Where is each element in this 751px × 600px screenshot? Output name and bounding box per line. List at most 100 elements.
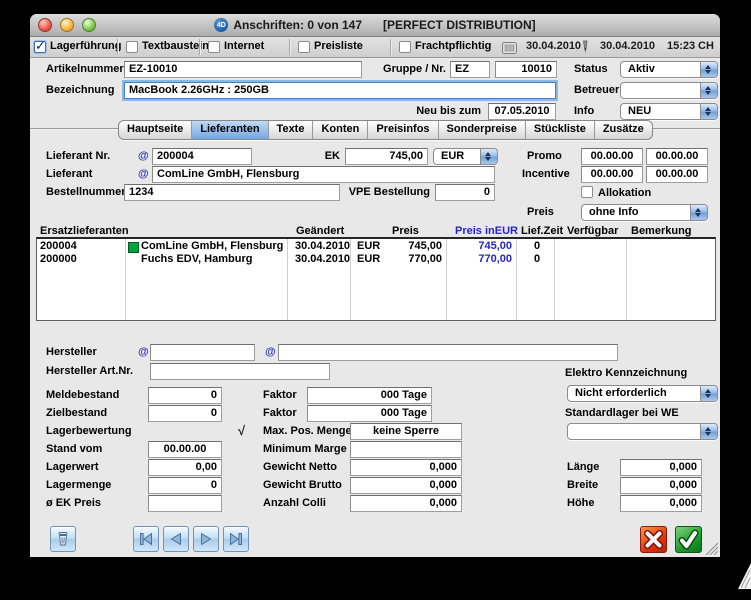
gewicht-netto-input[interactable]: 0,000 (350, 459, 462, 476)
title-bar: 4D Anschriften: 0 von 147 [PERFECT DISTR… (30, 14, 720, 37)
checkbox-preisliste[interactable] (298, 41, 310, 53)
artikelnummer-label: Artikelnummer (46, 63, 124, 75)
meldebestand-input[interactable]: 0 (148, 387, 222, 404)
checkbox-allokation[interactable] (581, 186, 593, 198)
cell-lief-zeit: 0 (522, 253, 552, 266)
checkbox-internet[interactable] (208, 41, 220, 53)
laenge-input[interactable]: 0,000 (620, 459, 702, 476)
window-title-context: [PERFECT DISTRIBUTION] (383, 18, 536, 32)
hersteller-name-input[interactable] (278, 344, 618, 361)
col-preis: Preis (392, 225, 419, 237)
breite-input[interactable]: 0,000 (620, 477, 702, 494)
tab-bar: Hauptseite Lieferanten Texte Konten Prei… (118, 120, 653, 140)
gewicht-brutto-input[interactable]: 0,000 (350, 477, 462, 494)
lieferant-nr-input[interactable]: 200004 (152, 148, 252, 165)
delete-record-button[interactable] (50, 526, 76, 552)
bezeichnung-input[interactable]: MacBook 2.26GHz : 250GB (124, 82, 556, 99)
toolbar-divider (117, 39, 118, 55)
ersatzlieferanten-table[interactable]: 200004 ComLine GmbH, Flensburg 30.04.201… (36, 237, 716, 321)
hoehe-input[interactable]: 0,000 (620, 495, 702, 512)
info-popup-value: NEU (628, 105, 651, 117)
vpe-bestellung-input[interactable]: 0 (435, 184, 495, 201)
ek-input[interactable]: 745,00 (345, 148, 428, 165)
checkbox-textbaustein[interactable] (126, 41, 138, 53)
lookup-at-button[interactable]: @ (265, 346, 276, 358)
popup-arrows-icon (700, 83, 717, 98)
zielbestand-input[interactable]: 0 (148, 405, 222, 422)
preis-popup[interactable]: ohne Info (581, 204, 708, 221)
status-popup[interactable]: Aktiv (620, 61, 718, 78)
faktor1-input[interactable]: 000 Tage (307, 387, 432, 404)
elektro-popup[interactable]: Nicht erforderlich (567, 385, 718, 402)
elektro-popup-value: Nicht erforderlich (575, 387, 667, 399)
trash-icon (55, 531, 71, 547)
faktor1-label: Faktor (263, 389, 297, 401)
tab-zusaetze[interactable]: Zusätze (595, 121, 652, 139)
meldebestand-label: Meldebestand (46, 389, 119, 401)
lieferant-input[interactable]: ComLine GmbH, Flensburg (152, 166, 495, 183)
next-record-button[interactable] (193, 526, 219, 552)
col-geaendert: Geändert (296, 225, 344, 237)
hersteller-code-input[interactable] (150, 344, 255, 361)
table-row[interactable]: 200000 Fuchs EDV, Hamburg 30.04.2010 EUR… (37, 253, 715, 266)
app-window: 4D Anschriften: 0 von 147 [PERFECT DISTR… (30, 14, 720, 557)
anzahl-colli-input[interactable]: 0,000 (350, 495, 462, 512)
gruppe-input[interactable]: EZ (450, 61, 490, 78)
desktop-resize-grip (738, 563, 751, 594)
cell-preis: 770,00 (387, 253, 442, 266)
tab-preisinfos[interactable]: Preisinfos (368, 121, 438, 139)
toolbar-divider (390, 39, 391, 55)
neu-bis-zum-input[interactable]: 07.05.2010 (488, 103, 556, 120)
hersteller-artnr-input[interactable] (150, 363, 330, 380)
minimum-marge-label: Minimum Marge (263, 443, 347, 455)
standardlager-popup[interactable] (567, 423, 718, 440)
lookup-at-button[interactable]: @ (138, 168, 149, 180)
incentive-from-input[interactable]: 00.00.00 (581, 166, 643, 183)
bestellnummer-label: Bestellnummer (46, 186, 125, 198)
faktor2-input[interactable]: 000 Tage (307, 405, 432, 422)
laenge-label: Länge (567, 461, 599, 473)
window-resize-grip[interactable] (705, 542, 718, 560)
col-ersatzlieferanten: Ersatzlieferanten (40, 225, 129, 237)
tab-hauptseite[interactable]: Hauptseite (119, 121, 192, 139)
info-popup[interactable]: NEU (620, 103, 718, 120)
lagermenge-input[interactable]: 0 (148, 477, 222, 494)
tab-konten[interactable]: Konten (313, 121, 368, 139)
lookup-at-button[interactable]: @ (138, 150, 149, 162)
bestellnummer-input[interactable]: 1234 (124, 184, 340, 201)
status-square-icon (128, 242, 139, 253)
popup-arrows-icon (480, 149, 497, 164)
tab-texte[interactable]: Texte (269, 121, 314, 139)
tab-sonderpreise[interactable]: Sonderpreise (439, 121, 526, 139)
first-record-button[interactable] (133, 526, 159, 552)
incentive-to-input[interactable]: 00.00.00 (646, 166, 708, 183)
gruppe-nr-input[interactable]: 10010 (495, 61, 557, 78)
currency-popup[interactable]: EUR (433, 148, 498, 165)
lookup-at-button[interactable]: @ (138, 346, 149, 358)
previous-record-button[interactable] (163, 526, 189, 552)
gruppe-nr-label: Gruppe / Nr. (376, 63, 446, 75)
desktop: { "colors": { "tab_active_blue": "#74a7e… (0, 0, 751, 600)
minimum-marge-input[interactable] (350, 441, 462, 458)
max-pos-menge-input[interactable]: keine Sperre (350, 423, 462, 440)
table-row[interactable]: 200004 ComLine GmbH, Flensburg 30.04.201… (37, 240, 715, 253)
promo-from-input[interactable]: 00.00.00 (581, 148, 643, 165)
cancel-button[interactable] (640, 526, 667, 553)
popup-arrows-icon (700, 104, 717, 119)
tab-stueckliste[interactable]: Stückliste (526, 121, 595, 139)
first-record-icon (138, 531, 154, 547)
checkbox-frachtpflichtig[interactable] (399, 41, 411, 53)
betreuer-popup[interactable] (620, 82, 718, 99)
tab-lieferanten[interactable]: Lieferanten (192, 121, 268, 139)
artikelnummer-input[interactable]: EZ-10010 (124, 61, 362, 78)
oe-ek-preis-input[interactable] (148, 495, 222, 512)
hersteller-label: Hersteller (46, 346, 97, 358)
checkbox-lagerfuehrung[interactable] (34, 41, 46, 53)
checkbox-frachtpflichtig-label: Frachtpflichtig (415, 40, 491, 52)
stand-vom-input[interactable]: 00.00.00 (148, 441, 222, 458)
lagerwert-input[interactable]: 0,00 (148, 459, 222, 476)
checkbox-lagerfuehrung-label: Lagerführung (50, 40, 122, 52)
promo-to-input[interactable]: 00.00.00 (646, 148, 708, 165)
last-record-button[interactable] (223, 526, 249, 552)
validate-button[interactable] (675, 526, 702, 553)
